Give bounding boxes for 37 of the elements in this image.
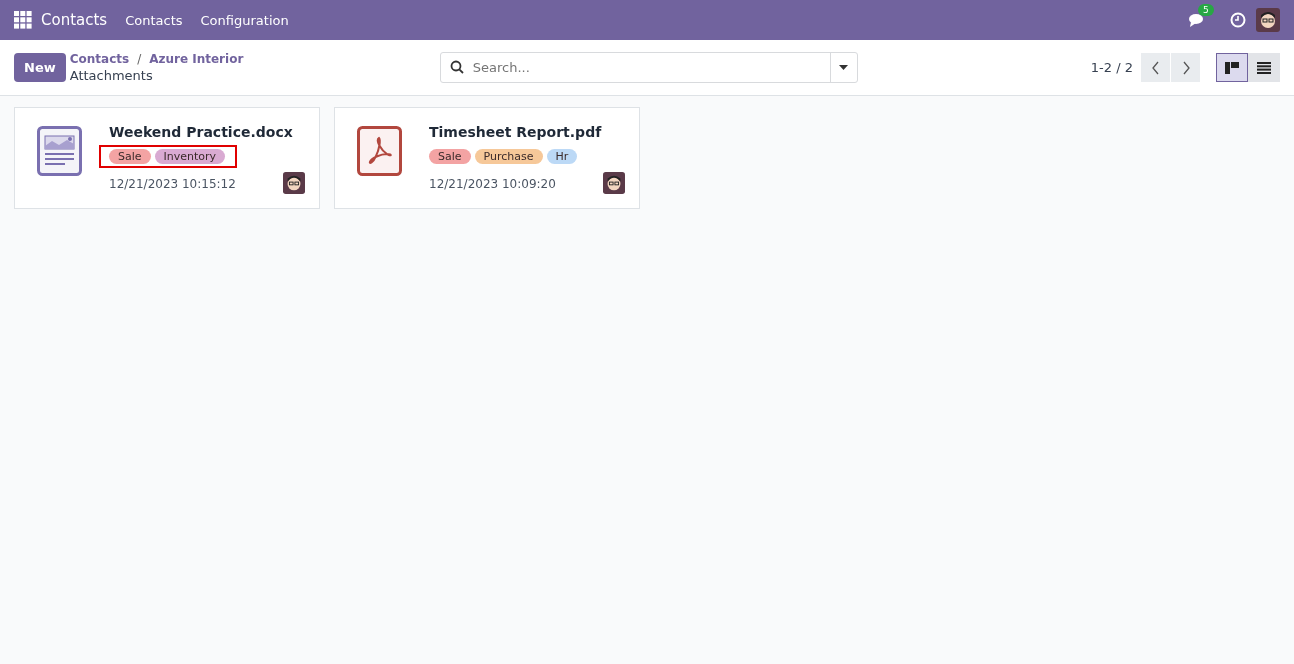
page-title: Attachments	[69, 68, 154, 83]
clock-icon[interactable]	[1230, 12, 1246, 28]
pager-value[interactable]: 1-2 / 2	[1090, 60, 1133, 75]
next-button[interactable]	[1171, 53, 1200, 82]
file-name: Timesheet Report.pdf	[429, 124, 602, 140]
menu-item[interactable]: Contacts	[125, 12, 183, 28]
file-name: Weekend Practice.docx	[109, 124, 293, 140]
search-icon	[449, 60, 464, 74]
attachment-card[interactable]: Timesheet Report.pdf Sale Purchase Hr 12/21/2023 10:09:20	[334, 107, 640, 209]
tag: Purchase	[474, 149, 543, 164]
tag: Sale	[109, 149, 151, 164]
tag: Inventory	[154, 149, 226, 164]
date-time: 12/21/2023 10:15:12	[109, 177, 237, 191]
breadcrumb-link[interactable]: Azure Interior	[149, 52, 244, 66]
breadcrumb-separator: /	[137, 52, 142, 66]
avatar-icon	[283, 172, 305, 194]
view-switch-button[interactable]	[1248, 53, 1280, 82]
breadcrumb-link[interactable]: Contacts	[69, 52, 130, 66]
document-icon	[37, 126, 82, 176]
date-time: 12/21/2023 10:09:20	[429, 177, 557, 191]
menu-item[interactable]: Configuration	[200, 12, 289, 28]
tag: Hr	[546, 149, 578, 164]
view-switch-button[interactable]	[1216, 53, 1248, 82]
kanban-icon	[1225, 61, 1239, 74]
avatar-icon	[1256, 8, 1280, 32]
list-icon	[1257, 61, 1271, 74]
caret-icon	[839, 65, 849, 70]
avatar-icon	[603, 172, 625, 194]
tag: Sale	[429, 149, 471, 164]
previous-button[interactable]	[1141, 53, 1170, 82]
attachment-card[interactable]: Weekend Practice.docx Sale Inventory 12/21/2023 10:15:12	[14, 107, 320, 209]
search-field[interactable]: Search...	[439, 52, 858, 83]
new-button[interactable]: New	[14, 53, 66, 82]
message-count-badge: 5	[1198, 4, 1214, 16]
apps-menu-icon[interactable]	[14, 11, 32, 29]
pdf-icon	[357, 126, 402, 176]
app-name[interactable]: Contacts	[41, 11, 108, 29]
